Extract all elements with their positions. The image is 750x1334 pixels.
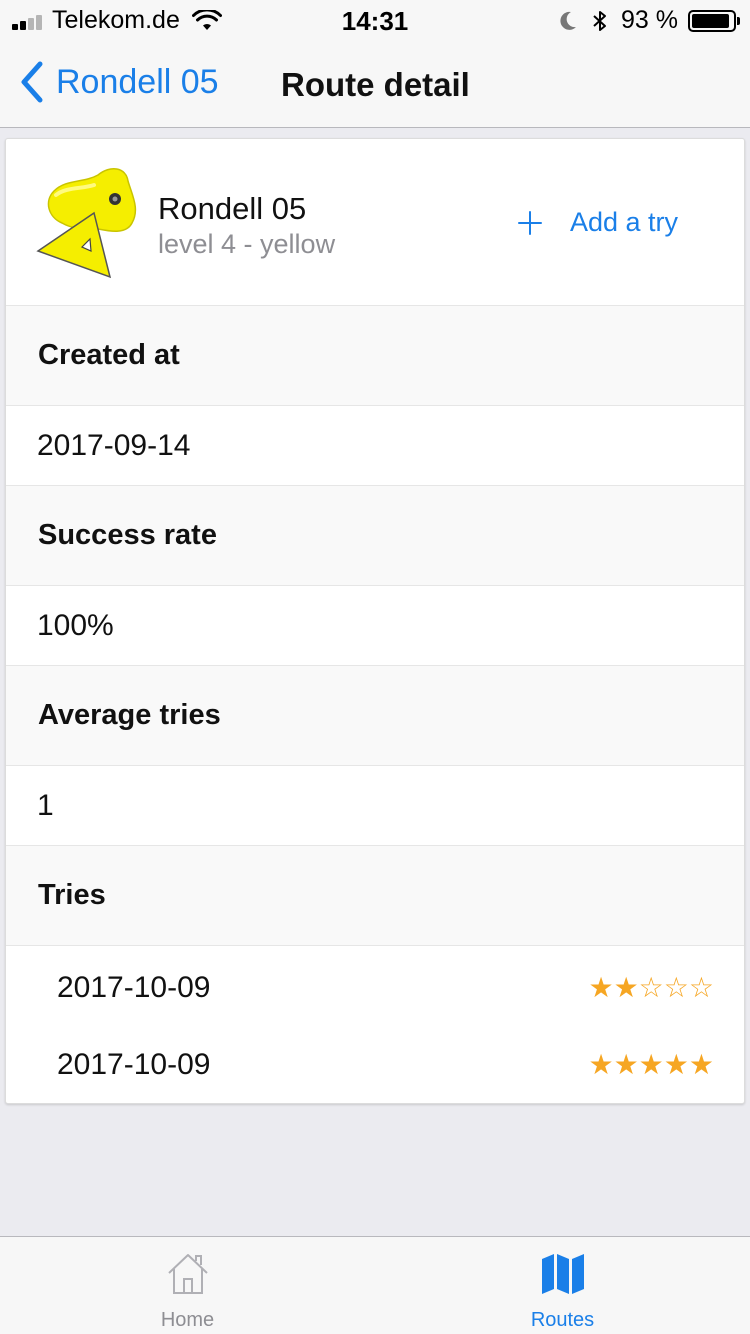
route-name: Rondell 05: [158, 191, 307, 226]
average-tries-value: 1: [6, 766, 744, 846]
status-bar: Telekom.de 14:31 93 %: [0, 0, 750, 40]
star-filled-icon: ★: [588, 971, 614, 1003]
back-label: Rondell 05: [56, 62, 219, 101]
tab-routes-label: Routes: [530, 1309, 595, 1331]
route-header: Rondell 05 level 4 - yellow Add a try: [6, 139, 744, 306]
try-date: 2017-10-09: [57, 1047, 211, 1081]
star-empty-icon: ☆: [688, 971, 714, 1003]
tab-routes[interactable]: Routes: [375, 1237, 750, 1334]
chevron-left-icon: [21, 61, 43, 103]
star-filled-icon: ★: [688, 1048, 714, 1080]
add-try-button[interactable]: Add a try: [516, 207, 678, 238]
star-filled-icon: ★: [613, 1048, 639, 1080]
map-icon: [542, 1254, 584, 1294]
tab-home-label: Home: [160, 1309, 215, 1331]
tab-home[interactable]: Home: [0, 1237, 375, 1334]
try-row[interactable]: 2017-10-09 ★ ★ ★ ★ ★: [6, 1025, 744, 1103]
try-date: 2017-10-09: [57, 970, 211, 1004]
bluetooth-icon: [593, 10, 607, 31]
average-tries-header: Average tries: [6, 666, 744, 766]
navigation-bar: Rondell 05 Route detail: [0, 40, 750, 128]
page-title: Route detail: [281, 66, 470, 103]
tab-bar: Home Routes: [0, 1236, 750, 1334]
star-empty-icon: ☆: [638, 971, 664, 1003]
success-rate-value: 100%: [6, 586, 744, 666]
add-try-label: Add a try: [570, 207, 679, 237]
star-empty-icon: ☆: [663, 971, 689, 1003]
battery-icon: [688, 9, 740, 32]
created-at-header: Created at: [6, 306, 744, 406]
app-screen: Telekom.de 14:31 93 % Rondell 05 Route d…: [0, 0, 750, 1334]
try-row[interactable]: 2017-10-09 ★ ★ ☆ ☆ ☆: [6, 946, 744, 1025]
back-button[interactable]: Rondell 05: [18, 60, 219, 104]
star-filled-icon: ★: [613, 971, 639, 1003]
route-detail-card: Rondell 05 level 4 - yellow Add a try Cr…: [5, 138, 745, 1104]
star-filled-icon: ★: [663, 1048, 689, 1080]
climbing-hold-icon: [36, 168, 137, 279]
star-filled-icon: ★: [588, 1048, 614, 1080]
status-right: 93 %: [557, 6, 740, 35]
battery-percentage: 93 %: [621, 6, 678, 34]
plus-icon: [518, 210, 542, 235]
star-rating: ★ ★ ★ ★ ★: [588, 1048, 714, 1080]
tries-header: Tries: [6, 846, 744, 946]
success-rate-header: Success rate: [6, 486, 744, 586]
created-at-value: 2017-09-14: [6, 406, 744, 486]
moon-icon: [560, 11, 577, 30]
star-rating: ★ ★ ☆ ☆ ☆: [588, 971, 714, 1003]
battery-fill: [692, 13, 730, 28]
star-filled-icon: ★: [638, 1048, 664, 1080]
route-level: level 4 - yellow: [158, 229, 336, 259]
home-icon: [168, 1254, 208, 1294]
